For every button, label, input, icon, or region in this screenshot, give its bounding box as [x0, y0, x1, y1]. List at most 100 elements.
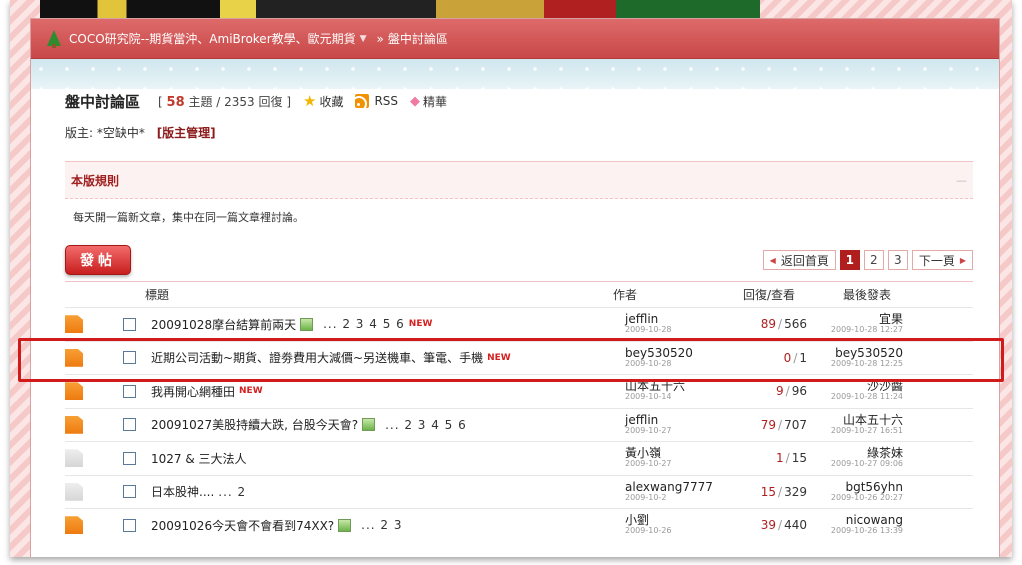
- moderator-manage-link[interactable]: [版主管理]: [157, 126, 216, 140]
- last-post-date[interactable]: 2009-10-28 12:25: [831, 359, 903, 369]
- forum-frame: COCO研究院--期貨當沖、AmiBroker教學、歐元期貨 ▼ » 盤中討論區…: [30, 18, 1000, 557]
- thread-title-link[interactable]: 20091028摩台結算前兩天: [151, 316, 296, 333]
- thread-list: 20091028摩台結算前兩天 ... 2 3 4 5 6 NEW jeffli…: [65, 307, 973, 542]
- collapse-icon[interactable]: —: [956, 174, 967, 187]
- page-background: COCO研究院--期貨當沖、AmiBroker教學、歐元期貨 ▼ » 盤中討論區…: [10, 0, 1012, 557]
- folder-icon: [65, 415, 83, 434]
- page-title: 盤中討論區: [65, 92, 141, 111]
- image-attachment-icon: [362, 418, 376, 432]
- thread-title-link[interactable]: 近期公司活動~期貨、證劵費用大減價~另送機車、筆電、手機: [151, 349, 483, 366]
- last-post-date[interactable]: 2009-10-26 20:27: [831, 493, 903, 503]
- header-reply: 回復/查看: [742, 288, 795, 302]
- last-poster-link[interactable]: bgt56yhn: [845, 480, 903, 494]
- header-title: 標題: [145, 288, 170, 302]
- snow-decoration: [31, 59, 999, 89]
- reply-view-count: 9/96: [776, 384, 807, 399]
- christmas-tree-icon: [47, 29, 61, 48]
- row-checkbox[interactable]: [123, 384, 136, 398]
- thread-pages[interactable]: ... 2: [218, 485, 246, 499]
- thread-pages[interactable]: ... 2 3 4 5 6: [323, 317, 405, 331]
- author-date: 2009-10-28: [625, 325, 672, 335]
- reply-view-count: 89/566: [760, 317, 807, 332]
- reply-view-count: 1/15: [776, 451, 807, 466]
- triangle-left-icon: ◀: [769, 255, 776, 265]
- digest-link[interactable]: ◆ 精華: [410, 93, 447, 110]
- last-poster-link[interactable]: 山本五十六: [843, 413, 903, 427]
- page-3[interactable]: 3: [887, 250, 908, 270]
- row-checkbox[interactable]: [123, 485, 136, 499]
- table-row: 1027 & 三大法人 黃小嶺 2009-10-27 1/15 綠茶妹 2009…: [65, 441, 973, 475]
- topic-label: 主題 / 2353 回復: [188, 94, 283, 109]
- author-link[interactable]: jefflin: [625, 413, 725, 427]
- rules-header[interactable]: 本版規則 —: [65, 161, 973, 199]
- thread-title-link[interactable]: 20091026今天會不會看到74XX?: [151, 517, 334, 534]
- thread-title-link[interactable]: 1027 & 三大法人: [151, 450, 247, 467]
- new-badge: NEW: [487, 352, 511, 363]
- chevron-down-icon[interactable]: ▼: [360, 34, 367, 44]
- action-bar: 發帖 ◀ 返回首頁 1 2 3 下一頁 ▶: [65, 243, 973, 277]
- row-checkbox[interactable]: [123, 418, 136, 432]
- row-checkbox[interactable]: [123, 317, 136, 331]
- reply-view-count: 79/707: [760, 417, 807, 432]
- page-2[interactable]: 2: [863, 250, 884, 270]
- rss-link[interactable]: RSS: [355, 94, 398, 108]
- last-post-date[interactable]: 2009-10-27 16:51: [831, 426, 903, 436]
- image-attachment-icon: [300, 317, 314, 331]
- row-checkbox[interactable]: [123, 518, 136, 532]
- table-row: 我再開心網種田 NEW 山本五十六 2009-10-14 9/96 沙沙醬 20…: [65, 374, 973, 408]
- folder-icon: [65, 449, 83, 468]
- thread-pages[interactable]: ... 2 3: [361, 518, 402, 532]
- reply-view-count: 15/329: [760, 484, 807, 499]
- thread-table-header: 標題 作者 回復/查看 最後發表: [65, 281, 973, 307]
- rules-title: 本版規則: [71, 173, 120, 188]
- last-post-date[interactable]: 2009-10-27 09:06: [831, 460, 903, 469]
- author-link[interactable]: bey530520: [625, 346, 725, 360]
- author-date: 2009-10-28: [625, 358, 672, 368]
- thread-title-link[interactable]: 20091027美股持續大跌, 台股今天會?: [151, 416, 358, 433]
- reply-view-count: 39/440: [760, 518, 807, 533]
- moderator-label: 版主: *空缺中*: [65, 126, 145, 140]
- image-attachment-icon: [338, 518, 352, 532]
- table-row: 20091027美股持續大跌, 台股今天會? ... 2 3 4 5 6 jef…: [65, 407, 973, 442]
- last-post-date[interactable]: 2009-10-26 13:39: [831, 527, 903, 536]
- topic-count: 58: [166, 94, 185, 110]
- new-badge: NEW: [239, 386, 263, 397]
- table-row: 近期公司活動~期貨、證劵費用大減價~另送機車、筆電、手機 NEW bey5305…: [65, 340, 973, 375]
- folder-icon: [65, 315, 83, 334]
- author-date: 2009-10-2: [625, 492, 667, 502]
- table-row: 日本股神.... ... 2 alexwang7777 2009-10-2 15…: [65, 474, 973, 509]
- row-checkbox[interactable]: [123, 351, 136, 365]
- rss-icon: [355, 94, 370, 108]
- rules-text: 每天開一篇新文章，集中在同一篇文章裡討論。: [73, 211, 304, 224]
- author-date: 2009-10-14: [625, 392, 672, 402]
- last-post-date[interactable]: 2009-10-28 11:24: [831, 393, 903, 402]
- last-post-date[interactable]: 2009-10-28 12:27: [831, 326, 903, 335]
- top-banner-image: [40, 0, 760, 18]
- last-poster-link[interactable]: bey530520: [835, 346, 903, 360]
- author-link[interactable]: alexwang7777: [625, 480, 725, 494]
- favorite-link[interactable]: ★ 收藏: [303, 92, 343, 110]
- page-1[interactable]: 1: [839, 250, 860, 270]
- thread-pages[interactable]: ... 2 3 4 5 6: [385, 418, 467, 432]
- breadcrumb-separator: »: [376, 31, 384, 46]
- back-home-button[interactable]: ◀ 返回首頁: [762, 250, 836, 270]
- thread-title-link[interactable]: 日本股神....: [151, 483, 214, 500]
- new-post-button[interactable]: 發帖: [65, 245, 131, 275]
- breadcrumb-site-link[interactable]: COCO研究院--期貨當沖、AmiBroker教學、歐元期貨: [69, 30, 356, 47]
- folder-icon: [65, 482, 83, 501]
- breadcrumb-current[interactable]: 盤中討論區: [388, 30, 448, 47]
- table-row: 20091026今天會不會看到74XX? ... 2 3 小劉 2009-10-…: [65, 508, 973, 542]
- next-page-button[interactable]: 下一頁 ▶: [911, 250, 973, 270]
- folder-icon: [65, 516, 83, 535]
- forum-header: 盤中討論區 [ 58 主題 / 2353 回復 ] ★ 收藏 RSS ◆ 精華: [65, 89, 973, 113]
- row-checkbox[interactable]: [123, 451, 136, 465]
- folder-icon: [65, 348, 83, 367]
- triangle-right-icon: ▶: [959, 255, 966, 265]
- diamond-icon: ◆: [410, 93, 421, 109]
- reply-view-count: 0/1: [783, 350, 807, 365]
- author-date: 2009-10-27: [625, 425, 672, 435]
- forum-stats: [ 58 主題 / 2353 回復 ]: [158, 94, 291, 110]
- breadcrumb: COCO研究院--期貨當沖、AmiBroker教學、歐元期貨 ▼ » 盤中討論區: [31, 19, 999, 59]
- thread-title-link[interactable]: 我再開心網種田: [151, 383, 235, 400]
- new-badge: NEW: [408, 319, 433, 330]
